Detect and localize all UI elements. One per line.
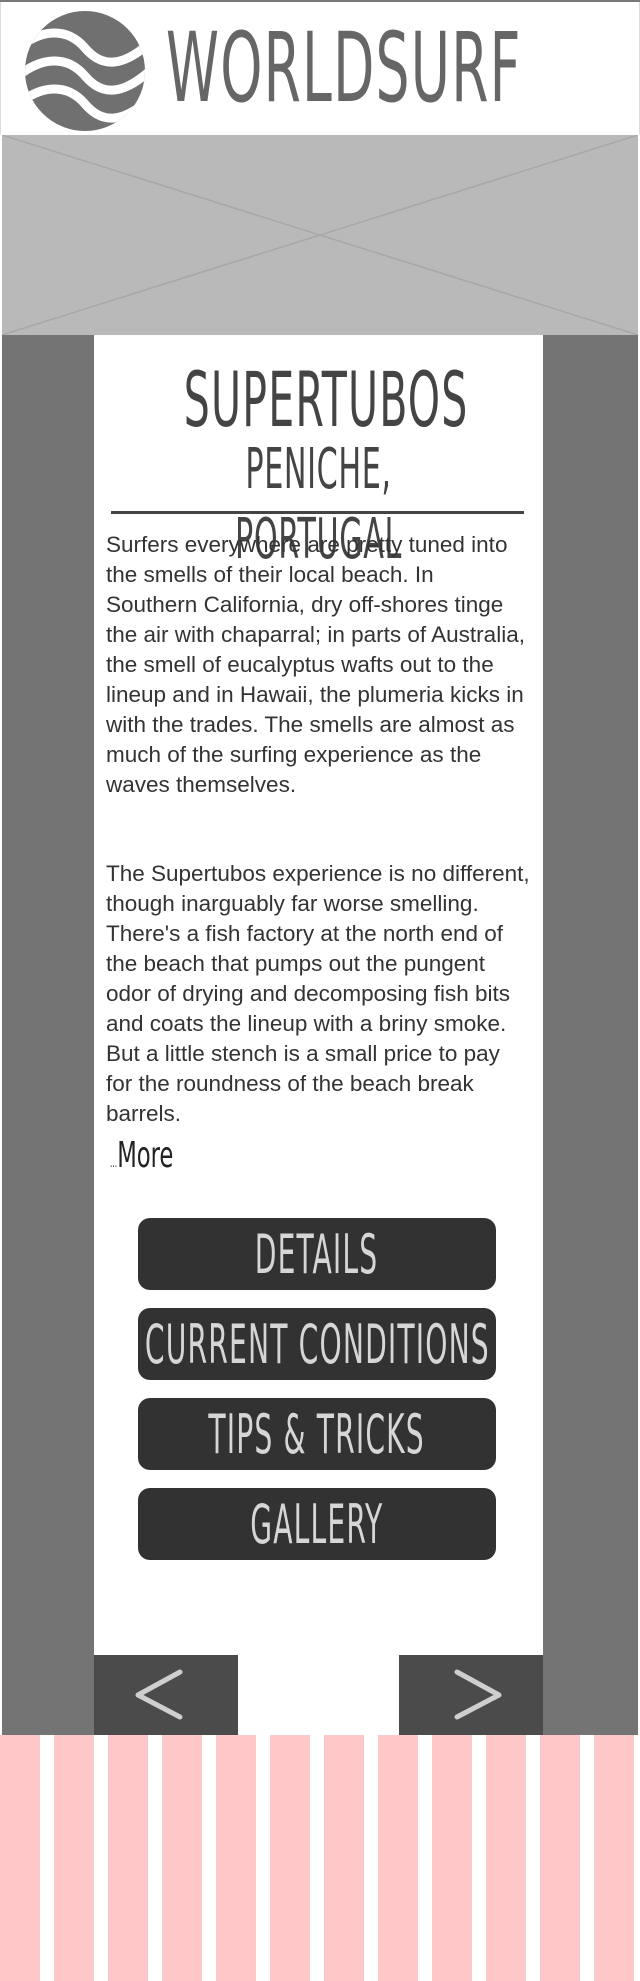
site-header: WORLDSURF: [0, 2, 640, 135]
chevron-right-icon: [454, 1669, 502, 1720]
footer-stripes: [0, 1735, 640, 1981]
current-conditions-button-label: CURRENT CONDITIONS: [144, 1312, 490, 1376]
spot-title: SUPERTUBOS: [183, 355, 469, 444]
right-side-column: [543, 335, 638, 1735]
previous-button[interactable]: [94, 1655, 238, 1735]
details-button-label: DETAILS: [255, 1222, 379, 1286]
description-paragraph: The Supertubos experience is no differen…: [106, 861, 530, 1126]
wave-globe-icon[interactable]: [23, 10, 148, 132]
gallery-button-label: GALLERY: [250, 1492, 384, 1556]
brand-wordmark: WORLDSURF: [166, 12, 522, 124]
more-label: More: [117, 1135, 174, 1176]
next-button[interactable]: [399, 1655, 543, 1735]
current-conditions-button[interactable]: CURRENT CONDITIONS: [138, 1308, 496, 1380]
more-link[interactable]: ...More: [110, 1135, 173, 1176]
intro-paragraph: Surfers everywhere are pretty tuned into…: [106, 532, 525, 797]
tips-tricks-button-label: TIPS & TRICKS: [208, 1402, 426, 1466]
title-divider: [111, 511, 524, 514]
left-side-column: [2, 335, 94, 1735]
hero-image-placeholder: [2, 135, 638, 335]
chevron-left-icon: [135, 1669, 183, 1720]
page: WORLDSURF SUPERTUBOS PENICHE, PORTUGAL S…: [0, 0, 640, 1981]
details-button[interactable]: DETAILS: [138, 1218, 496, 1290]
tips-tricks-button[interactable]: TIPS & TRICKS: [138, 1398, 496, 1470]
main-content: SUPERTUBOS PENICHE, PORTUGAL Surfers eve…: [94, 335, 543, 1735]
gallery-button[interactable]: GALLERY: [138, 1488, 496, 1560]
